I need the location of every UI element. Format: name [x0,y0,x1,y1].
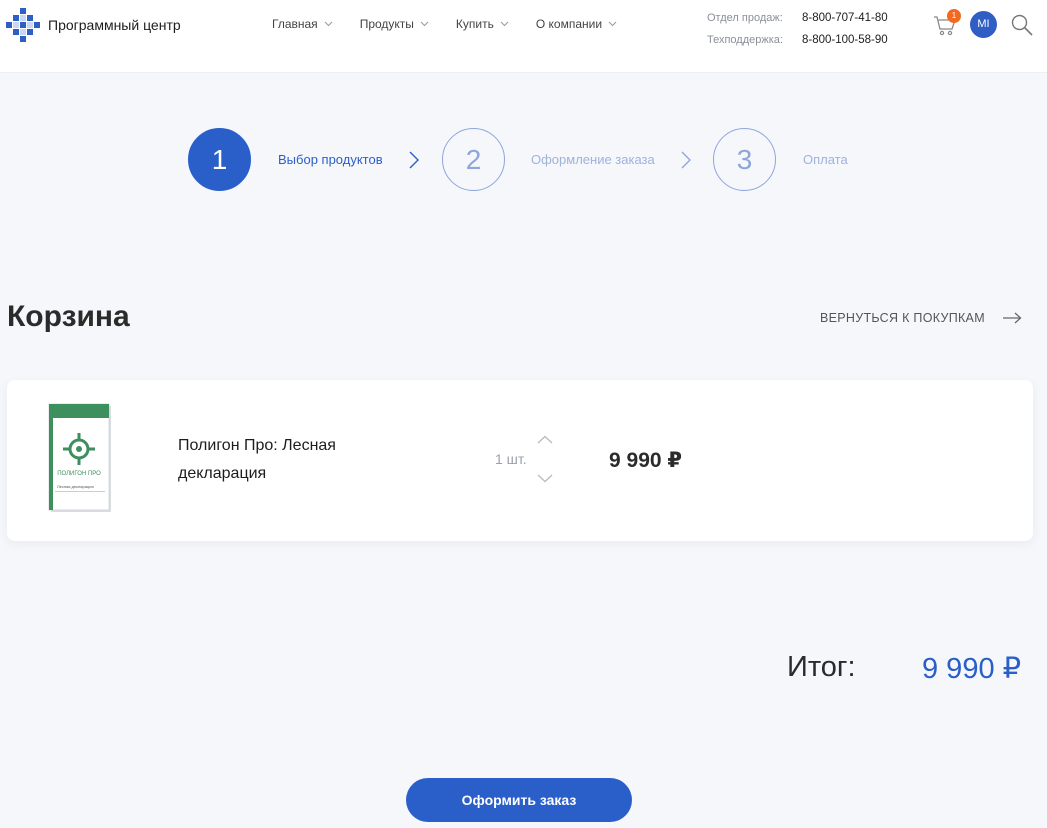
back-to-shopping-link[interactable]: ВЕРНУТЬСЯ К ПОКУПКАМ [820,311,1022,325]
nav-item-label: О компании [535,17,603,31]
product-name-link[interactable]: Полигон Про: Лесная декларация [178,432,408,488]
cart-count-badge: 1 [947,9,961,23]
nav-item-home[interactable]: Главная [272,17,333,31]
user-avatar[interactable]: MI [970,11,997,38]
logo-icon [6,8,40,42]
nav-item-buy[interactable]: Купить [456,17,509,31]
product-box-brand: ПОЛИГОН ПРО [57,471,101,477]
quantity-value: 1 шт. [495,451,527,467]
chevron-up-icon[interactable] [537,435,553,445]
chevron-down-icon [324,21,333,27]
chevron-right-icon [681,151,691,169]
step-2-label: Оформление заказа [531,152,655,167]
contact-label: Отдел продаж: [707,12,783,24]
place-order-button[interactable]: Оформить заказ [406,778,632,822]
cart-button[interactable]: 1 [933,9,961,38]
contact-phone-link[interactable]: 8-800-707-41-80 [802,12,888,24]
step-2-circle: 2 [442,128,505,191]
item-price: 9 990 ₽ [609,449,682,472]
site-header: Программный центр Главная Продукты Купит… [0,0,1047,73]
contact-phone-link[interactable]: 8-800-100-58-90 [802,34,888,46]
step-1-label: Выбор продуктов [278,152,383,167]
nav-item-label: Продукты [359,17,414,31]
step-3-label: Оплата [803,152,848,167]
cart-item: ПОЛИГОН ПРО Лесная декларация Полигон Пр… [7,380,1033,541]
product-box-subtitle: Лесная декларация [57,484,94,489]
main-nav: Главная Продукты Купить О компании [272,17,644,31]
chevron-down-icon [500,21,509,27]
step-1-circle: 1 [188,128,251,191]
contact-sales: Отдел продаж: 8-800-707-41-80 [707,7,888,29]
product-image[interactable]: ПОЛИГОН ПРО Лесная декларация [47,402,113,514]
page-title: Корзина [7,300,130,333]
chevron-down-icon[interactable] [537,473,553,483]
nav-item-label: Купить [455,17,494,31]
contact-support: Техподдержка: 8-800-100-58-90 [707,29,888,51]
search-button[interactable] [1010,13,1034,42]
chevron-down-icon [608,21,617,27]
chevron-down-icon [420,21,429,27]
arrow-right-icon [1002,312,1022,324]
total-label: Итог: [787,651,856,683]
logo[interactable]: Программный центр [6,8,181,42]
nav-item-about[interactable]: О компании [536,17,617,31]
logo-text: Программный центр [48,17,181,33]
contacts: Отдел продаж: 8-800-707-41-80 Техподдерж… [707,7,888,51]
back-link-label: ВЕРНУТЬСЯ К ПОКУПКАМ [820,311,985,325]
total-value: 9 990 ₽ [922,653,1022,685]
nav-item-label: Главная [272,17,318,31]
search-icon [1011,14,1033,36]
chevron-right-icon [409,151,419,169]
contact-label: Техподдержка: [707,34,783,46]
step-3-circle: 3 [713,128,776,191]
nav-item-products[interactable]: Продукты [360,17,429,31]
